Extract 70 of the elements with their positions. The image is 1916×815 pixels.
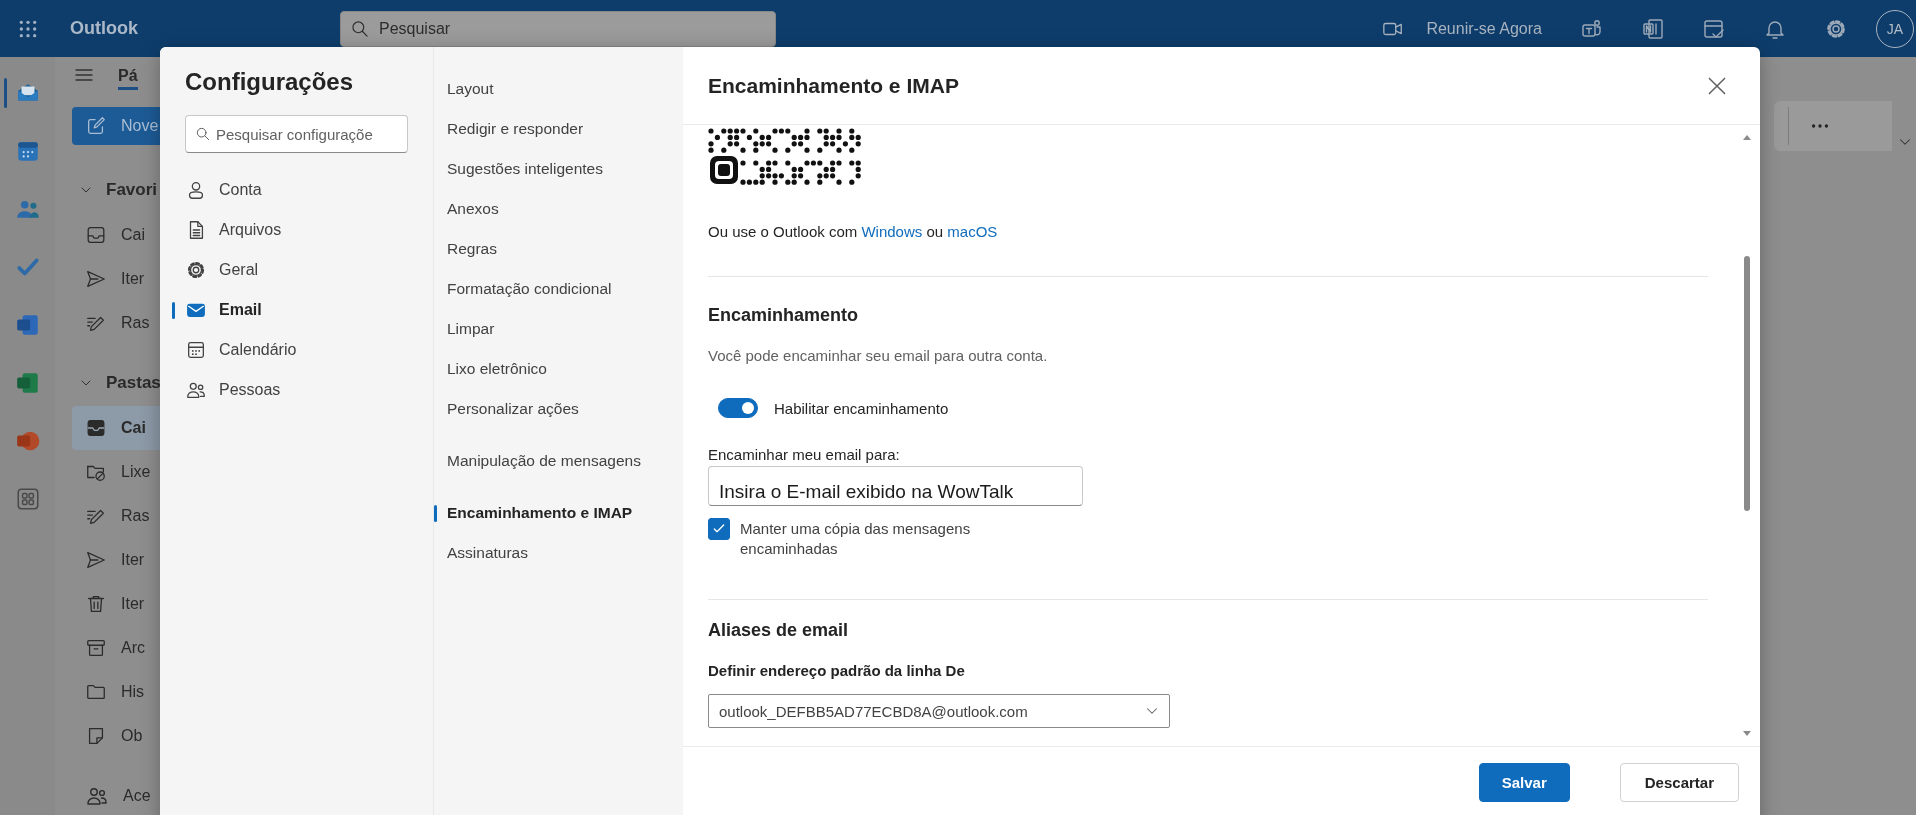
subcategory-item[interactable]: Sugestões inteligentes: [434, 149, 683, 189]
inbox-icon: [85, 417, 107, 439]
document-app-icon[interactable]: [14, 312, 41, 338]
category-item[interactable]: Conta: [160, 170, 433, 210]
category-item[interactable]: Email: [160, 290, 433, 330]
category-item[interactable]: Geral: [160, 250, 433, 290]
subcategory-item[interactable]: Layout: [434, 69, 683, 109]
subcategory-item[interactable]: Redigir e responder: [434, 109, 683, 149]
subcategory-item[interactable]: Limpar: [434, 309, 683, 349]
archive-icon: [85, 637, 107, 659]
app-link[interactable]: Windows: [861, 223, 923, 240]
folder-section-label[interactable]: Pastas: [106, 373, 160, 393]
from-address-dropdown[interactable]: outlook_DEFBB5AD77ECBD8A@outlook.com: [708, 694, 1170, 728]
subcategory-item[interactable]: Manipulação de mensagens: [434, 441, 683, 481]
folder-item[interactable]: His: [72, 670, 160, 714]
subcategory-item[interactable]: Assinaturas: [434, 533, 683, 573]
subcategory-item[interactable]: Personalizar ações: [434, 389, 683, 429]
send-icon: [85, 549, 107, 571]
app-launcher-icon[interactable]: [18, 18, 38, 39]
field-label: Encaminhar meu email para:: [708, 446, 901, 464]
tab[interactable]: Pá: [118, 60, 138, 90]
keep-copy-checkbox[interactable]: [708, 518, 730, 540]
compose-icon: [85, 115, 107, 137]
folder-item[interactable]: Iter: [72, 582, 160, 626]
notebook-app-icon[interactable]: [1641, 16, 1665, 41]
folder-item[interactable]: Ace: [72, 774, 160, 815]
folder-item[interactable]: Cai: [72, 406, 160, 450]
folder-item[interactable]: Iter: [72, 538, 160, 582]
folder-section-label[interactable]: Favori: [106, 180, 158, 200]
inbox-icon: [85, 224, 107, 246]
discard-button[interactable]: Descartar: [1619, 762, 1739, 802]
folder-item[interactable]: Cai: [72, 213, 160, 257]
panel-title: Encaminhamento e IMAP: [708, 73, 960, 98]
section-heading: Encaminhamento: [708, 304, 860, 327]
new-mail-button[interactable]: Nove: [72, 107, 160, 145]
folder-item[interactable]: Iter: [72, 257, 160, 301]
category-item[interactable]: Pessoas: [160, 370, 433, 410]
app-name: Outlook: [70, 18, 139, 39]
save-button[interactable]: Salvar: [1478, 762, 1570, 802]
meet-now-button[interactable]: Reunir-se Agora: [1382, 17, 1542, 40]
apps-icon[interactable]: [14, 486, 41, 512]
field-label: Definir endereço padrão da linha De: [708, 662, 966, 680]
apps-note: Ou use o Outlook com Windows ou macOS: [708, 222, 999, 242]
folder-item[interactable]: Arc: [72, 626, 160, 670]
subcategory-item[interactable]: Encaminhamento e IMAP: [434, 493, 683, 533]
calendar-icon: [185, 339, 207, 361]
dialog-title: Configurações: [185, 67, 355, 97]
toggle-label: Habilitar encaminhamento: [774, 399, 949, 417]
subcategory-item[interactable]: Regras: [434, 229, 683, 269]
settings-icon: [185, 259, 207, 281]
spreadsheet-app-icon[interactable]: [14, 370, 41, 396]
category-item[interactable]: Arquivos: [160, 210, 433, 250]
checkbox-label: Manter uma cópia das mensagens encaminhadas: [740, 519, 972, 559]
subcategory-item[interactable]: Formatação condicional: [434, 269, 683, 309]
subcategory-item[interactable]: Anexos: [434, 189, 683, 229]
folder-item[interactable]: Lixe: [72, 450, 160, 494]
app-link[interactable]: macOS: [947, 223, 998, 240]
forward-address-field[interactable]: Insira o E-mail exibido na WowTalk: [708, 466, 1083, 506]
search-field[interactable]: Pesquisar: [340, 10, 776, 47]
subcategory-item[interactable]: Lixo eletrônico: [434, 349, 683, 389]
trash-icon: [85, 593, 107, 615]
send-icon: [85, 268, 107, 290]
section-description: Você pode encaminhar seu email para outra conta.: [708, 347, 1049, 365]
settings-search-field[interactable]: Pesquisar configuraçõe: [185, 115, 408, 153]
section-heading: Aliases de email: [708, 619, 850, 642]
category-item[interactable]: Calendário: [160, 330, 433, 370]
folder-item[interactable]: Ras: [72, 301, 160, 345]
forwarding-toggle[interactable]: [718, 398, 758, 418]
folder-item[interactable]: Ob: [72, 714, 160, 758]
folder-item[interactable]: Ras: [72, 494, 160, 538]
